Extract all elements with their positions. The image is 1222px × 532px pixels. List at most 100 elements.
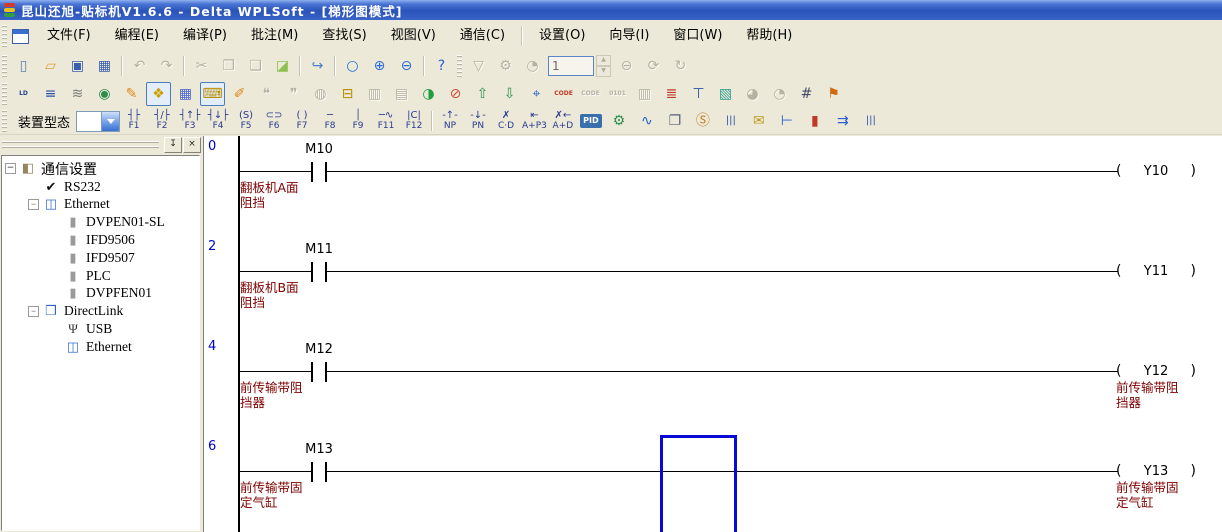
- segment-comment-button[interactable]: ❞: [281, 82, 306, 106]
- cut-button[interactable]: ✂: [189, 54, 214, 78]
- download-button[interactable]: ⇩: [497, 82, 522, 106]
- s-curve-wizard-button[interactable]: Ⓢ: [690, 109, 716, 133]
- menubar-grip[interactable]: [2, 25, 7, 47]
- tree-item-directlink[interactable]: − ❒ DirectLink: [2, 302, 199, 320]
- tree-item-dvpfen01[interactable]: ▮ DVPFEN01: [2, 285, 199, 303]
- paste-button[interactable]: ❏: [243, 54, 268, 78]
- set-value-button[interactable]: ⊤: [686, 82, 711, 106]
- branch-line-button[interactable]: |C| F12: [401, 109, 427, 133]
- tree-item-dvpen01-sl[interactable]: ▮ DVPEN01-SL: [2, 213, 199, 231]
- output-coil[interactable]: ( Y12 ): [1116, 363, 1196, 379]
- table2-wizard-button[interactable]: |||: [858, 109, 884, 133]
- application-instruction-button[interactable]: ( ) F7: [289, 109, 315, 133]
- ladder-editor[interactable]: 0 M10 翻板机A面阻挡 ( Y10 ) 2 M11: [203, 136, 1222, 532]
- wizard-gear-button[interactable]: ⚙: [606, 109, 632, 133]
- ladder-to-code-button[interactable]: CODE: [551, 82, 576, 106]
- contact-rising-button[interactable]: ┤↑├ F3: [177, 109, 203, 133]
- chevron-down-icon[interactable]: [101, 112, 119, 131]
- page-spinner[interactable]: 1 ▲ ▼: [548, 55, 611, 77]
- temperature-wizard-button[interactable]: ▮: [802, 109, 828, 133]
- pin-icon[interactable]: ↧: [164, 137, 182, 153]
- module-config-button[interactable]: ▥: [362, 82, 387, 106]
- instruction-mode-button[interactable]: LD: [11, 82, 36, 106]
- dock-grip[interactable]: [2, 141, 159, 149]
- redo-button[interactable]: ↷: [154, 54, 179, 78]
- toolbar-grip[interactable]: [457, 55, 462, 77]
- pid-wizard-button[interactable]: PID: [578, 109, 604, 133]
- forced-device-button[interactable]: ▥: [632, 82, 657, 106]
- branch-wizard-button[interactable]: ⊢: [774, 109, 800, 133]
- comment-mode-button[interactable]: ≋: [65, 82, 90, 106]
- expander-icon[interactable]: −: [5, 163, 16, 174]
- erase-button[interactable]: ◪: [270, 54, 295, 78]
- menu-file[interactable]: 文件(F): [35, 21, 103, 51]
- zoom-monitor-button[interactable]: ◕: [740, 82, 765, 106]
- dock-header[interactable]: ↧ ×: [2, 137, 201, 153]
- communication-button[interactable]: ⌖: [524, 82, 549, 106]
- delete-row-button[interactable]: ✗← A+D: [550, 109, 576, 133]
- spin-down-icon[interactable]: ▼: [596, 66, 611, 77]
- ladder-edit-button[interactable]: ⌨: [200, 82, 225, 106]
- close-icon[interactable]: ×: [183, 137, 201, 153]
- tree-item-rs232[interactable]: ✔ RS232: [2, 178, 199, 196]
- batch-copy-button[interactable]: ❐: [662, 109, 688, 133]
- refresh-button[interactable]: ⟳: [641, 54, 666, 78]
- tree-item-ethernet[interactable]: − ◫ Ethernet: [2, 196, 199, 214]
- goto-step-button[interactable]: ↪: [305, 54, 330, 78]
- ladder-search-button[interactable]: ▽: [466, 54, 491, 78]
- page-spinner-value[interactable]: 1: [548, 56, 594, 76]
- menu-compile[interactable]: 编译(P): [171, 21, 239, 51]
- contact-falling-button[interactable]: ┤↓├ F4: [205, 109, 231, 133]
- contact-nc-button[interactable]: ┤/├ F2: [149, 109, 175, 133]
- device-type-select[interactable]: [76, 111, 120, 132]
- wave-wizard-button[interactable]: ∿: [634, 109, 660, 133]
- menu-comment[interactable]: 批注(M): [239, 21, 310, 51]
- contact-device[interactable]: M11: [279, 242, 359, 257]
- menu-search[interactable]: 查找(S): [310, 21, 378, 51]
- menu-window[interactable]: 窗口(W): [661, 21, 734, 51]
- save-all-button[interactable]: ▦: [92, 54, 117, 78]
- tree-item-comm-settings[interactable]: − ◧ 通信设置: [2, 160, 199, 178]
- device-comment-button[interactable]: ❝: [254, 82, 279, 106]
- output-coil[interactable]: ( Y13 ): [1116, 463, 1196, 479]
- output-coil[interactable]: ( Y11 ): [1116, 263, 1196, 279]
- simulator-button[interactable]: ⚑: [821, 82, 846, 106]
- register-editor-button[interactable]: ≣: [659, 82, 684, 106]
- set-coil-button[interactable]: (S) F5: [233, 109, 259, 133]
- table-wizard-button[interactable]: |||: [718, 109, 744, 133]
- sfc-view-button[interactable]: ❖: [146, 82, 171, 106]
- contact-device[interactable]: M10: [279, 142, 359, 157]
- horizontal-line-button[interactable]: ─ F8: [317, 109, 343, 133]
- expander-icon[interactable]: −: [28, 199, 39, 210]
- tree-item-ifd9507[interactable]: ▮ IFD9507: [2, 249, 199, 267]
- instruction-table-button[interactable]: ▦: [173, 82, 198, 106]
- expander-icon[interactable]: −: [28, 306, 39, 317]
- vertical-line-button[interactable]: │ F9: [345, 109, 371, 133]
- titlebar[interactable]: 昆山还旭-贴标机V1.6.6 - Delta WPLSoft - [梯形图模式]: [0, 0, 1222, 20]
- open-button[interactable]: ▱: [38, 54, 63, 78]
- stop-button[interactable]: ⊘: [443, 82, 468, 106]
- contact-device[interactable]: M13: [279, 442, 359, 457]
- transfer-wizard-button[interactable]: ⇉: [830, 109, 856, 133]
- save-button[interactable]: ▣: [65, 54, 90, 78]
- upload-button[interactable]: ⇧: [470, 82, 495, 106]
- help-button[interactable]: ?: [429, 54, 454, 78]
- toolbar-grip[interactable]: [2, 83, 7, 105]
- tree-item-ifd9506[interactable]: ▮ IFD9506: [2, 231, 199, 249]
- menu-program[interactable]: 编程(E): [103, 21, 171, 51]
- output-coil[interactable]: ( Y10 ): [1116, 163, 1196, 179]
- zoom-button[interactable]: ○: [340, 54, 365, 78]
- toolbar-grip[interactable]: [2, 55, 7, 77]
- device-table-button[interactable]: ▤: [389, 82, 414, 106]
- network-config-button[interactable]: #: [794, 82, 819, 106]
- contact-device[interactable]: M12: [279, 342, 359, 357]
- ladder-mode-button[interactable]: ≡: [38, 82, 63, 106]
- pn-pulse-button[interactable]: -↓- PN: [465, 109, 491, 133]
- highlight-button[interactable]: ✐: [227, 82, 252, 106]
- menu-view[interactable]: 视图(V): [379, 21, 448, 51]
- mail-wizard-button[interactable]: ✉: [746, 109, 772, 133]
- tree-item-ethernet2[interactable]: ◫ Ethernet: [2, 338, 199, 356]
- undo-button[interactable]: ↶: [127, 54, 152, 78]
- tree-item-plc[interactable]: ▮ PLC: [2, 267, 199, 285]
- new-button[interactable]: ▯: [11, 54, 36, 78]
